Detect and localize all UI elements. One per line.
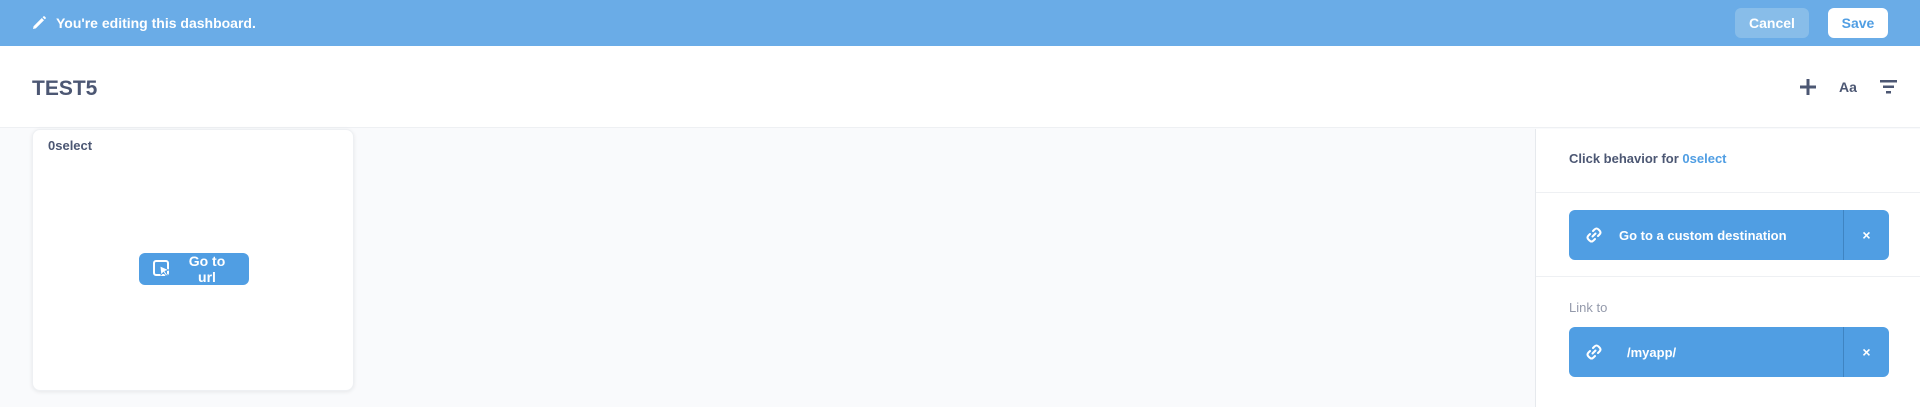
custom-destination-label: Go to a custom destination — [1619, 227, 1787, 243]
go-to-url-label: Go to url — [188, 253, 226, 285]
custom-destination-selector[interactable]: Go to a custom destination × — [1569, 210, 1889, 260]
link-to-label: Link to — [1569, 300, 1608, 315]
edit-mode-bar: You're editing this dashboard. Cancel Sa… — [0, 0, 1920, 46]
close-icon[interactable]: × — [1843, 210, 1889, 260]
dashboard-title[interactable]: TEST5 — [32, 77, 97, 101]
card-title: 0select — [48, 138, 93, 153]
plus-icon[interactable] — [1797, 76, 1819, 98]
click-icon — [153, 260, 171, 278]
divider — [1536, 192, 1920, 193]
close-icon[interactable]: × — [1843, 327, 1889, 377]
dashboard-header: TEST5 Aa — [0, 46, 1920, 128]
link-icon — [1569, 227, 1619, 243]
go-to-url-button[interactable]: Go to url — [139, 253, 249, 285]
divider — [1536, 276, 1920, 277]
edit-mode-message: You're editing this dashboard. — [56, 15, 256, 31]
url-value: /myapp/ — [1627, 344, 1677, 360]
text-card-icon[interactable]: Aa — [1836, 76, 1860, 98]
link-icon — [1569, 344, 1619, 360]
click-behavior-target[interactable]: 0select — [1682, 151, 1726, 166]
click-behavior-sidebar: Click behavior for 0select Go to a custo… — [1535, 129, 1920, 407]
dashboard-card[interactable]: 0select Go to url — [32, 129, 354, 391]
pencil-icon — [32, 15, 48, 31]
filter-icon[interactable] — [1877, 76, 1899, 98]
click-behavior-heading: Click behavior for 0select — [1569, 151, 1727, 166]
url-selector[interactable]: /myapp/ × — [1569, 327, 1889, 377]
cancel-button[interactable]: Cancel — [1735, 8, 1809, 38]
save-button[interactable]: Save — [1828, 8, 1888, 38]
click-behavior-prefix: Click behavior for — [1569, 151, 1683, 166]
